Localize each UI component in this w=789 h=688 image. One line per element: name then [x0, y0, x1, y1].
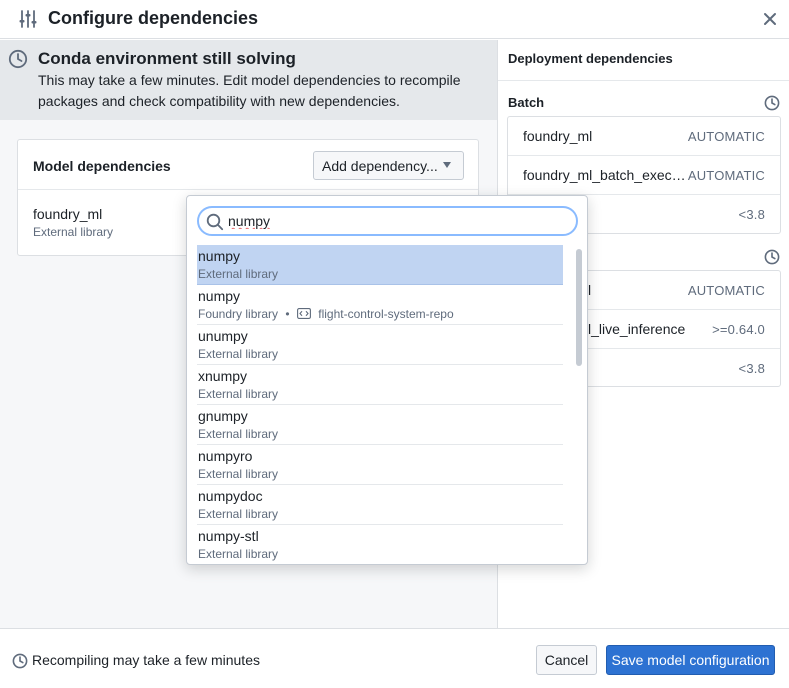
clock-icon [8, 49, 28, 69]
result-item[interactable]: numpyro External library [197, 445, 563, 485]
add-dependency-popover: numpy External library numpy Foundry lib… [186, 195, 588, 565]
result-item[interactable]: gnumpy External library [197, 405, 563, 445]
add-dependency-button[interactable]: Add dependency... [313, 151, 464, 180]
live-dep-value: AUTOMATIC [687, 283, 765, 298]
live-dep-name: l_live_inference [588, 321, 686, 337]
result-type: External library [198, 507, 279, 521]
result-item[interactable]: numpy-stl External library [197, 525, 563, 564]
live-dep-name: l [588, 282, 592, 298]
recompiling-status: Recompiling may take a few minutes [32, 652, 260, 668]
result-item[interactable]: numpy External library [197, 245, 563, 285]
cancel-button[interactable]: Cancel [536, 645, 597, 675]
batch-row: foundry_ml AUTOMATIC [508, 117, 780, 156]
result-name: numpy [198, 288, 241, 304]
result-type: External library [198, 427, 279, 441]
dependency-name: foundry_ml [33, 206, 103, 222]
sliders-icon [19, 10, 37, 28]
result-item[interactable]: numpydoc External library [197, 485, 563, 525]
result-name: gnumpy [198, 408, 248, 424]
result-name: xnumpy [198, 368, 248, 384]
caret-down-icon [443, 162, 451, 168]
result-name: numpydoc [198, 488, 263, 504]
model-dependencies-header: Model dependencies Add dependency... [18, 140, 478, 190]
result-item[interactable]: numpy Foundry library • flight-control-s… [197, 285, 563, 325]
result-name: numpy-stl [198, 528, 259, 544]
search-input[interactable] [228, 211, 568, 231]
dependency-type: External library [33, 225, 114, 239]
clock-icon [12, 653, 28, 669]
live-dep-value: <3.8 [738, 361, 765, 376]
result-name: unumpy [198, 328, 248, 344]
result-type: Foundry library [198, 307, 279, 321]
result-type: External library [198, 547, 279, 561]
batch-dep-value: <3.8 [738, 207, 765, 222]
result-type: External library [198, 267, 279, 281]
solving-banner: Conda environment still solving This may… [0, 40, 497, 120]
result-type: External library [198, 467, 279, 481]
result-type: External library [198, 347, 279, 361]
code-repo-icon [296, 308, 311, 319]
results-scrollbar[interactable] [573, 247, 583, 563]
result-repo: flight-control-system-repo [318, 307, 454, 321]
banner-title: Conda environment still solving [38, 49, 296, 68]
scrollbar-thumb[interactable] [576, 249, 582, 366]
batch-dep-name: foundry_ml [523, 128, 593, 144]
result-name: numpyro [198, 448, 253, 464]
result-name: numpy [198, 248, 241, 264]
result-item[interactable]: xnumpy External library [197, 365, 563, 405]
clock-icon [764, 249, 780, 265]
dialog-title: Configure dependencies [48, 8, 259, 28]
clock-icon [764, 95, 780, 111]
batch-dep-value: AUTOMATIC [687, 168, 765, 183]
model-dependencies-title: Model dependencies [33, 158, 171, 174]
separator-dot: • [285, 307, 290, 321]
result-type: External library [198, 387, 279, 401]
batch-dep-name: foundry_ml_batch_execut... [523, 167, 693, 183]
dependency-search[interactable] [197, 206, 578, 236]
deployment-title: Deployment dependencies [508, 51, 673, 66]
close-icon[interactable] [760, 9, 780, 29]
search-icon [206, 213, 224, 231]
batch-dep-value: AUTOMATIC [687, 129, 765, 144]
banner-text: This may take a few minutes. Edit model … [38, 72, 461, 109]
configure-dependencies-dialog: Configure dependencies Conda environment… [0, 0, 789, 688]
result-item[interactable]: unumpy External library [197, 325, 563, 365]
dialog-header: Configure dependencies [0, 0, 789, 39]
dialog-footer: Recompiling may take a few minutes Cance… [0, 628, 789, 688]
live-dep-value: >=0.64.0 [712, 322, 765, 337]
batch-row: foundry_ml_batch_execut... AUTOMATIC [508, 156, 780, 195]
divider [498, 80, 789, 81]
batch-label: Batch [508, 95, 545, 110]
save-model-configuration-button[interactable]: Save model configuration [606, 645, 775, 675]
result-meta: Foundry library • flight-control-system-… [198, 307, 454, 321]
add-dependency-label: Add dependency... [322, 157, 438, 174]
search-results-list: numpy External library numpy Foundry lib… [197, 245, 563, 564]
